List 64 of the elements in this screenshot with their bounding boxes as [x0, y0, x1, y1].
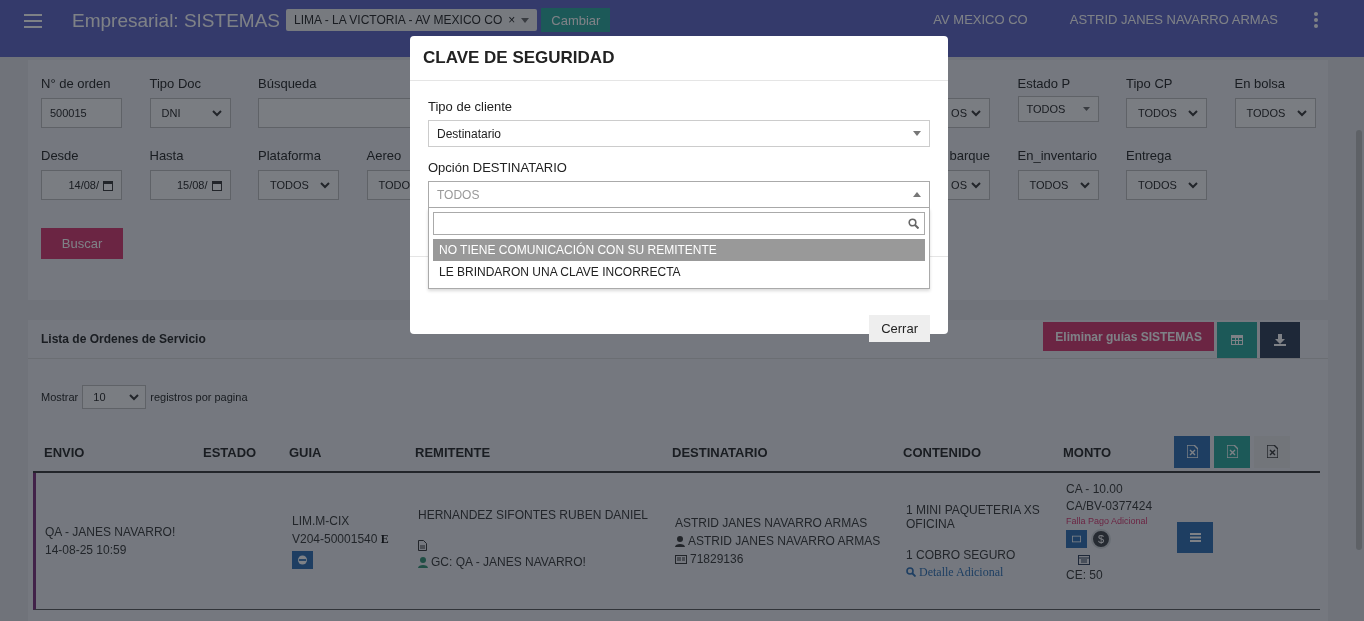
date-field[interactable]: 15/08/	[149, 170, 231, 200]
sender-fullname: HERNANDEZ SIFONTES RUBEN DANIEL	[418, 508, 650, 522]
filter-select[interactable]: TODOS	[1234, 98, 1316, 128]
order-field[interactable]: 500015	[41, 98, 122, 128]
search-button[interactable]: Buscar	[41, 228, 123, 259]
guide-code: V204-50001540 E	[292, 531, 390, 547]
filter-label: En bolsa	[1234, 76, 1287, 92]
agency-label: AV MEXICO CO	[933, 11, 1028, 29]
filter-label: Plataforma	[258, 148, 322, 164]
filter-label: Tipo Doc	[149, 76, 203, 92]
filter-label: Búsqueda	[258, 76, 318, 92]
recipient-name: ASTRID JANES NAVARRO ARMAS	[675, 516, 869, 530]
amount-line: CA - 10.00	[1066, 482, 1124, 496]
content-item: 1 COBRO SEGURO	[906, 547, 1017, 562]
column-header: REMITENTE	[415, 445, 492, 460]
dropdown-option[interactable]: NO TIENE COMUNICACIÓN CON SU REMITENTE	[433, 239, 925, 261]
contact-name: GC: QA - JANES NAVARRO!	[431, 555, 586, 569]
user-name[interactable]: ASTRID JANES NAVARRO ARMAS	[1069, 9, 1278, 31]
payment-note: Falla Pago Adicional	[1066, 516, 1149, 526]
client-select[interactable]: Destinatario	[428, 120, 930, 147]
guide-code: LIM.M-CIX	[292, 513, 351, 528]
column-header: DESTINATARIO	[672, 445, 769, 460]
column-header: GUIA	[289, 445, 323, 460]
page-size-select[interactable]: 10	[82, 385, 147, 409]
client-select[interactable]: TODOS	[428, 181, 930, 208]
amount-line: CA/BV-0377424	[1066, 499, 1154, 513]
filter-label: Estado P	[1017, 76, 1072, 92]
per-page-label: registros por pagina	[150, 391, 248, 403]
close-button[interactable]: Cerrar	[869, 315, 930, 342]
filter-select[interactable]: TODOS	[1126, 98, 1207, 128]
filter-select[interactable]: TODOS	[1017, 96, 1099, 122]
column-header: MONTO	[1063, 445, 1113, 460]
content-item: 1 MINI PAQUETERIA XS OFICINA	[906, 502, 1041, 531]
filter-select[interactable]: TODOS	[1126, 170, 1207, 200]
filter-label: barque	[948, 148, 990, 164]
column-header: ESTADO	[203, 445, 258, 460]
document-number: 71829136	[690, 552, 744, 566]
column-header: ENVIO	[43, 445, 86, 460]
filter-label: En_inventario	[1017, 148, 1098, 164]
filter-label: Hasta	[149, 148, 185, 164]
amount-footer: CE: 50	[1066, 568, 1177, 582]
date-field[interactable]: 14/08/	[41, 170, 122, 200]
filter-label: Entrega	[1126, 148, 1173, 164]
list-title: Lista de Ordenes de Servicio	[41, 332, 206, 346]
app-title: Empresarial: SISTEMAS	[72, 9, 280, 33]
filter-select[interactable]: DNI	[149, 98, 231, 128]
filter-label: Tipo CP	[1126, 76, 1174, 92]
filter-label: N° de orden	[41, 76, 112, 92]
filter-label: Aereo	[366, 148, 403, 164]
sender-name: QA - JANES NAVARRO!	[45, 525, 177, 539]
payment-button[interactable]: $	[1091, 529, 1111, 549]
recipient-contact: ASTRID JANES NAVARRO ARMAS	[688, 534, 881, 548]
delete-button[interactable]: Eliminar guías SISTEMAS	[1043, 322, 1214, 351]
filter-select[interactable]: TODOS	[258, 170, 339, 200]
detail-link[interactable]: Detalle Adicional	[906, 564, 1066, 580]
column-header: CONTENIDO	[903, 445, 982, 460]
dialog-title: CLAVE DE SEGURIDAD	[423, 48, 615, 68]
filter-label: Desde	[41, 148, 80, 164]
filter-select[interactable]: TODOS	[1017, 170, 1099, 200]
branch-select[interactable]: LIMA - LA VICTORIA - AV MEXICO CO ×	[286, 9, 538, 31]
field-label: Tipo de cliente	[428, 99, 514, 114]
show-label: Mostrar	[41, 391, 79, 403]
order-date: 14-08-25 10:59	[45, 543, 128, 557]
dropdown-option[interactable]: LE BRINDARON UNA CLAVE INCORRECTA	[433, 261, 925, 283]
